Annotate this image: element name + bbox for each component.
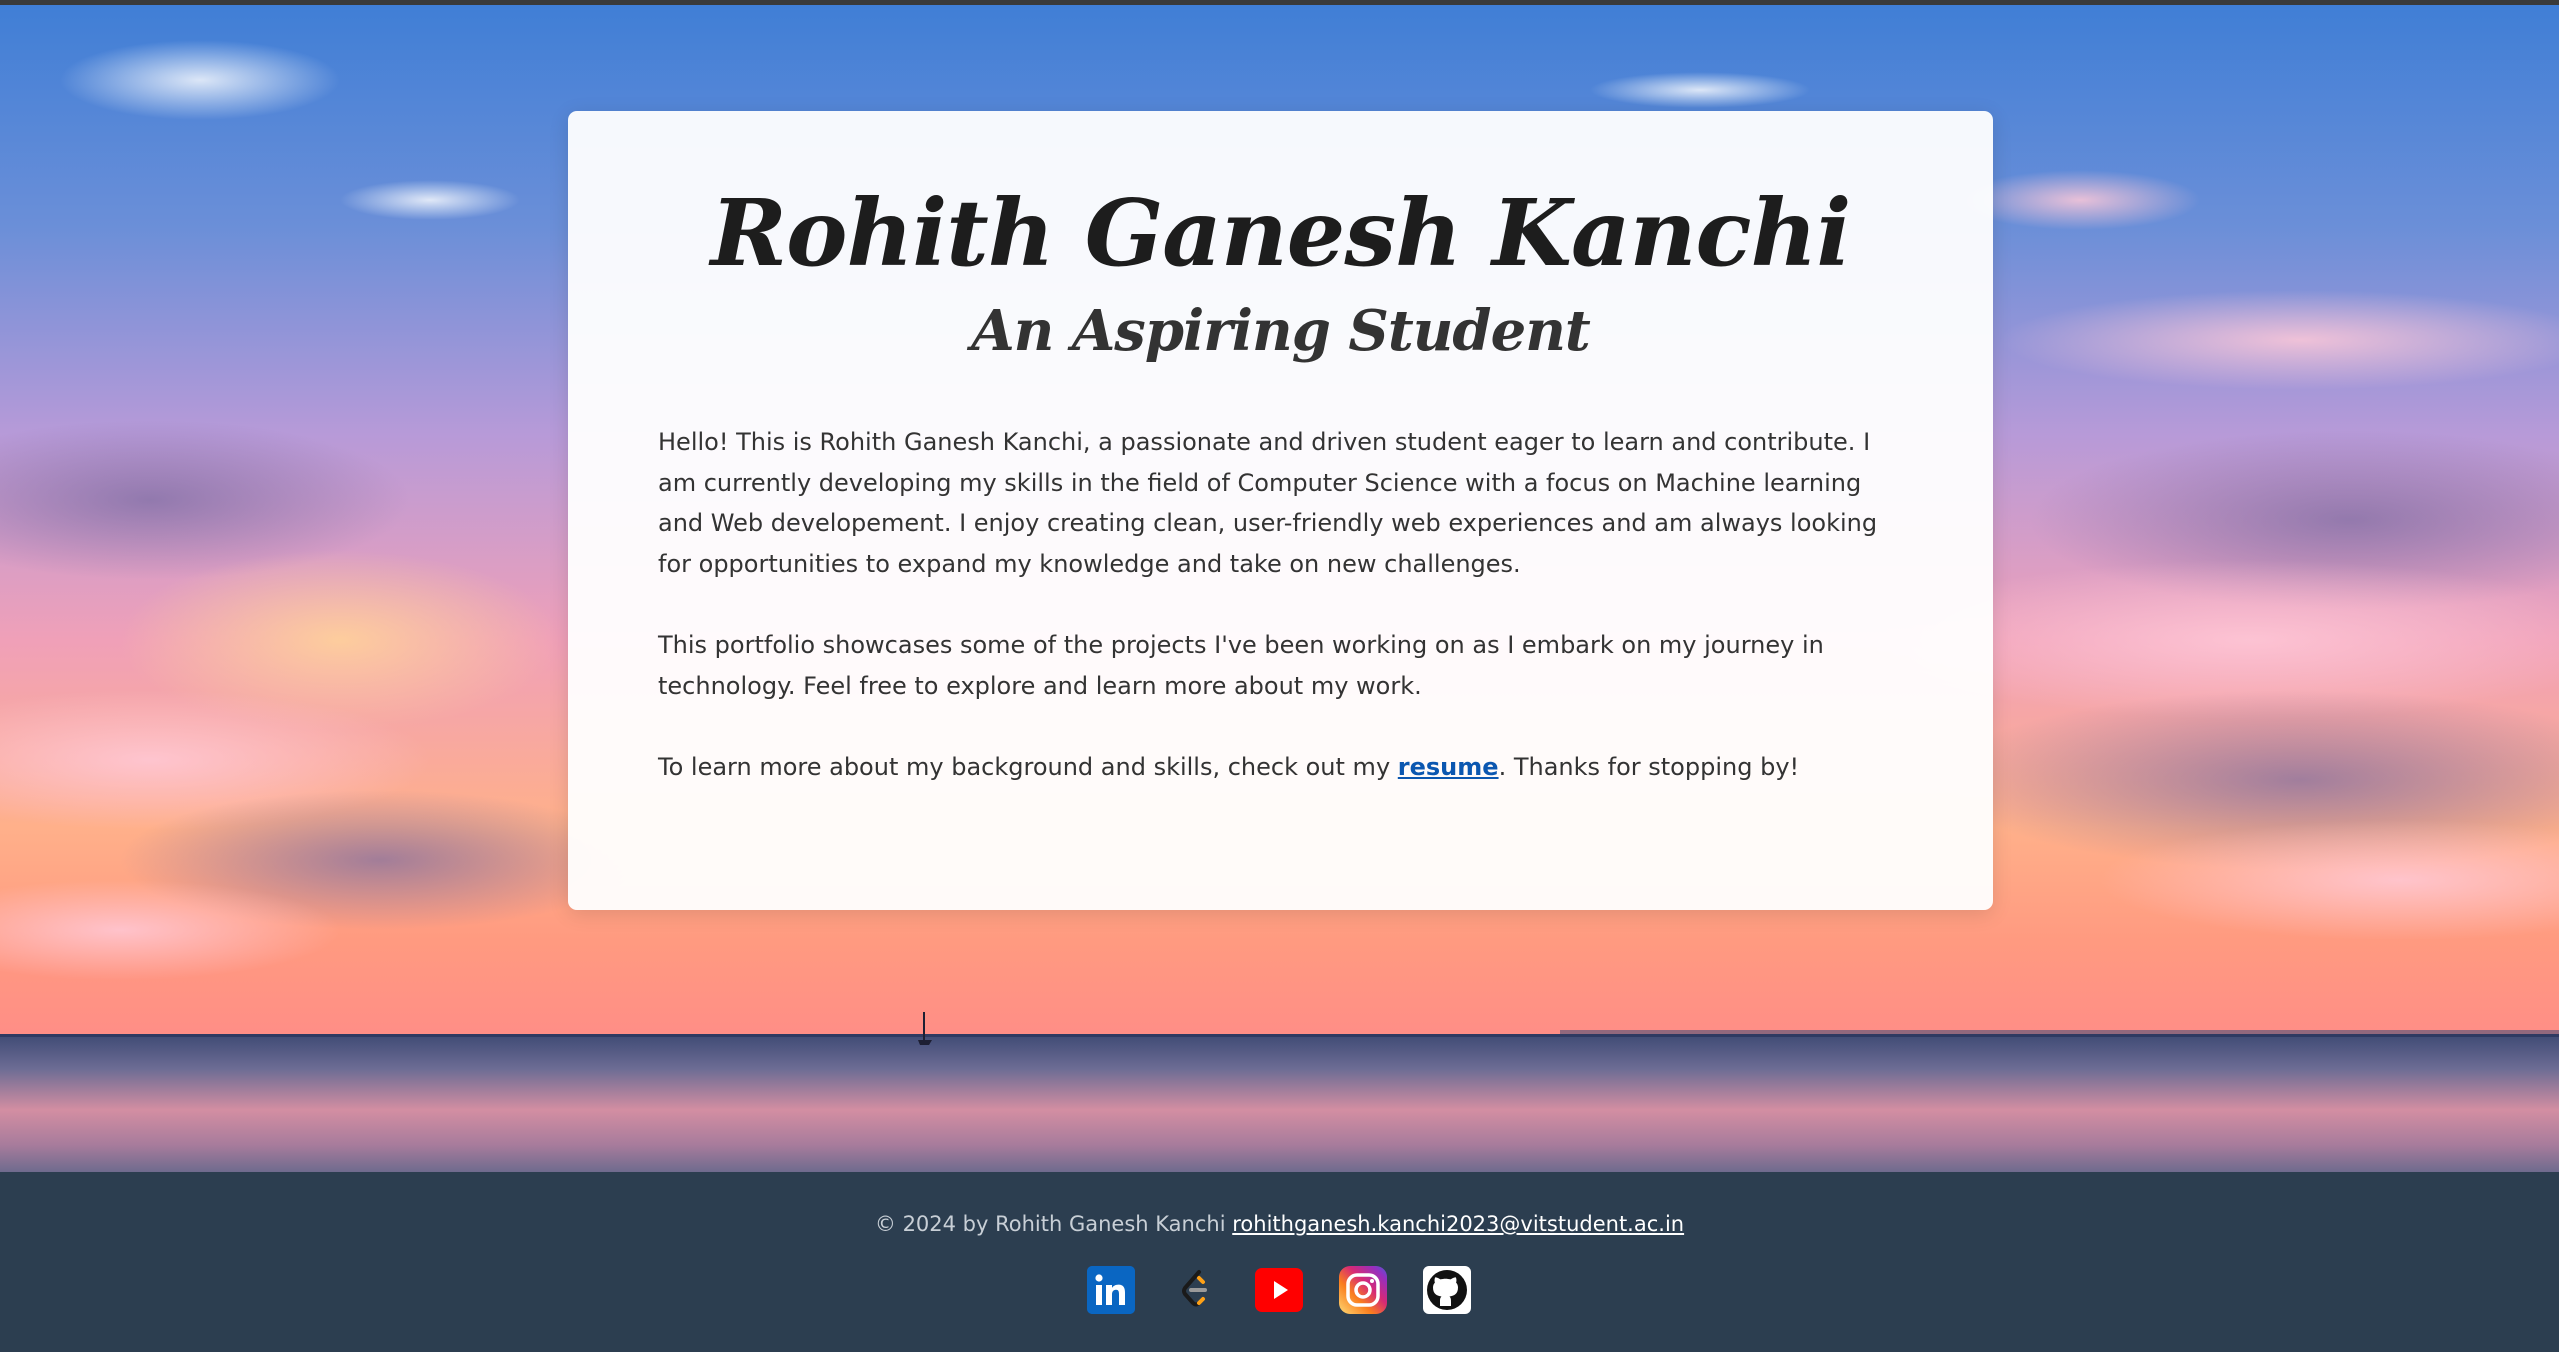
email-link[interactable]: rohithganesh.kanchi2023@vitstudent.ac.in bbox=[1232, 1212, 1684, 1236]
instagram-icon[interactable] bbox=[1339, 1266, 1387, 1314]
resume-link[interactable]: resume bbox=[1398, 753, 1499, 781]
github-icon[interactable] bbox=[1423, 1266, 1471, 1314]
top-border bbox=[0, 0, 2559, 5]
about-paragraph: This portfolio showcases some of the pro… bbox=[658, 631, 1824, 700]
about-paragraph: Hello! This is Rohith Ganesh Kanchi, a p… bbox=[658, 428, 1878, 578]
about-section: Hello! This is Rohith Ganesh Kanchi, a p… bbox=[658, 422, 1903, 788]
youtube-icon[interactable] bbox=[1255, 1266, 1303, 1314]
leetcode-icon[interactable] bbox=[1171, 1266, 1219, 1314]
footer: © 2024 by Rohith Ganesh Kanchi rohithgan… bbox=[0, 1172, 2559, 1352]
copyright-text: © 2024 by Rohith Ganesh Kanchi bbox=[874, 1212, 1226, 1236]
page-subtitle: An Aspiring Student bbox=[971, 298, 1591, 365]
footer-copyright: © 2024 by Rohith Ganesh Kanchi rohithgan… bbox=[0, 1212, 2559, 1236]
linkedin-icon[interactable] bbox=[1087, 1266, 1135, 1314]
intro-card: Rohith Ganesh Kanchi An Aspiring Student… bbox=[568, 111, 1993, 910]
about-text: To learn more about my background and sk… bbox=[658, 753, 1398, 782]
about-paragraph: To learn more about my background and sk… bbox=[658, 747, 1903, 788]
about-text: . Thanks for stopping by! bbox=[1498, 753, 1800, 782]
social-links bbox=[1087, 1266, 1471, 1314]
page-title: Rohith Ganesh Kanchi bbox=[710, 179, 1852, 287]
